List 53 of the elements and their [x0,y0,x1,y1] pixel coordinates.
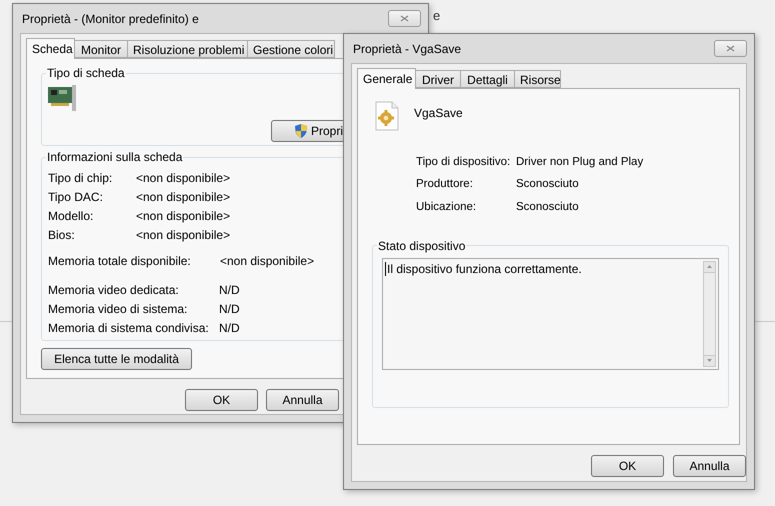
close-icon [400,15,409,22]
field-value: N/D [219,282,240,298]
gear-document-icon [375,101,399,131]
dialog-button[interactable]: OK [185,389,258,411]
field-value: Driver non Plug and Play [516,154,644,170]
dialog-button[interactable]: Annulla [266,389,339,411]
field-label: Bios: [48,226,76,244]
field-value: Sconosciuto [516,200,579,215]
dialog-button[interactable]: Annulla [673,455,746,477]
close-button[interactable] [714,40,747,57]
field-label: Memoria totale disponibile: [48,252,192,270]
field-label: Memoria video dedicata: [48,282,180,298]
tab[interactable]: Dettagli [460,70,515,88]
list-modes-button[interactable]: Elenca tutte le modalità [41,348,192,370]
tab[interactable]: Scheda [26,38,75,59]
field-value: <non disponibile> [136,170,230,186]
tab[interactable]: Risorse [514,70,561,88]
group-title: Stato dispositivo [378,238,466,252]
up-arrow-icon [707,265,712,268]
graphics-card-icon [47,84,79,112]
close-button[interactable] [388,10,421,27]
group-title: Tipo di scheda [47,66,125,80]
down-arrow-icon [707,359,712,362]
tab[interactable]: Risoluzione problemi [127,40,248,58]
field-value: <non disponibile> [220,252,314,270]
field-value: Sconosciuto [516,177,579,192]
device-name: VgaSave [414,105,463,122]
scrollbar[interactable] [703,260,716,366]
field-label: Memoria di sistema condivisa: [48,320,210,336]
field-label: Tipo DAC: [48,188,104,206]
tab[interactable]: Monitor [74,40,128,58]
field-label: Tipo di chip: [48,170,114,186]
field-label: Ubicazione: [416,200,478,215]
close-icon [726,45,735,52]
field-label: Tipo di dispositivo: [416,154,512,170]
tab[interactable]: Generale [357,68,416,89]
field-value: <non disponibile> [136,188,230,206]
field-value: <non disponibile> [136,208,230,224]
dialog-button[interactable]: OK [591,455,664,477]
group-title: Informazioni sulla scheda [47,150,182,164]
tab[interactable]: Gestione colori [247,40,335,58]
tab[interactable]: Driver [415,70,461,88]
shield-icon [294,123,308,139]
field-label: Memoria video di sistema: [48,300,188,318]
field-value: N/D [219,300,240,318]
window-title: Proprietà - VgaSave [353,40,462,58]
background-text: e [433,7,440,25]
status-message: Il dispositivo funziona correttamente. [385,262,582,276]
field-label: Produttore: [416,177,474,192]
field-value: <non disponibile> [136,226,230,244]
window-title: Proprietà - (Monitor predefinito) e [22,10,199,28]
field-label: Modello: [48,208,94,224]
field-value: N/D [219,320,240,336]
